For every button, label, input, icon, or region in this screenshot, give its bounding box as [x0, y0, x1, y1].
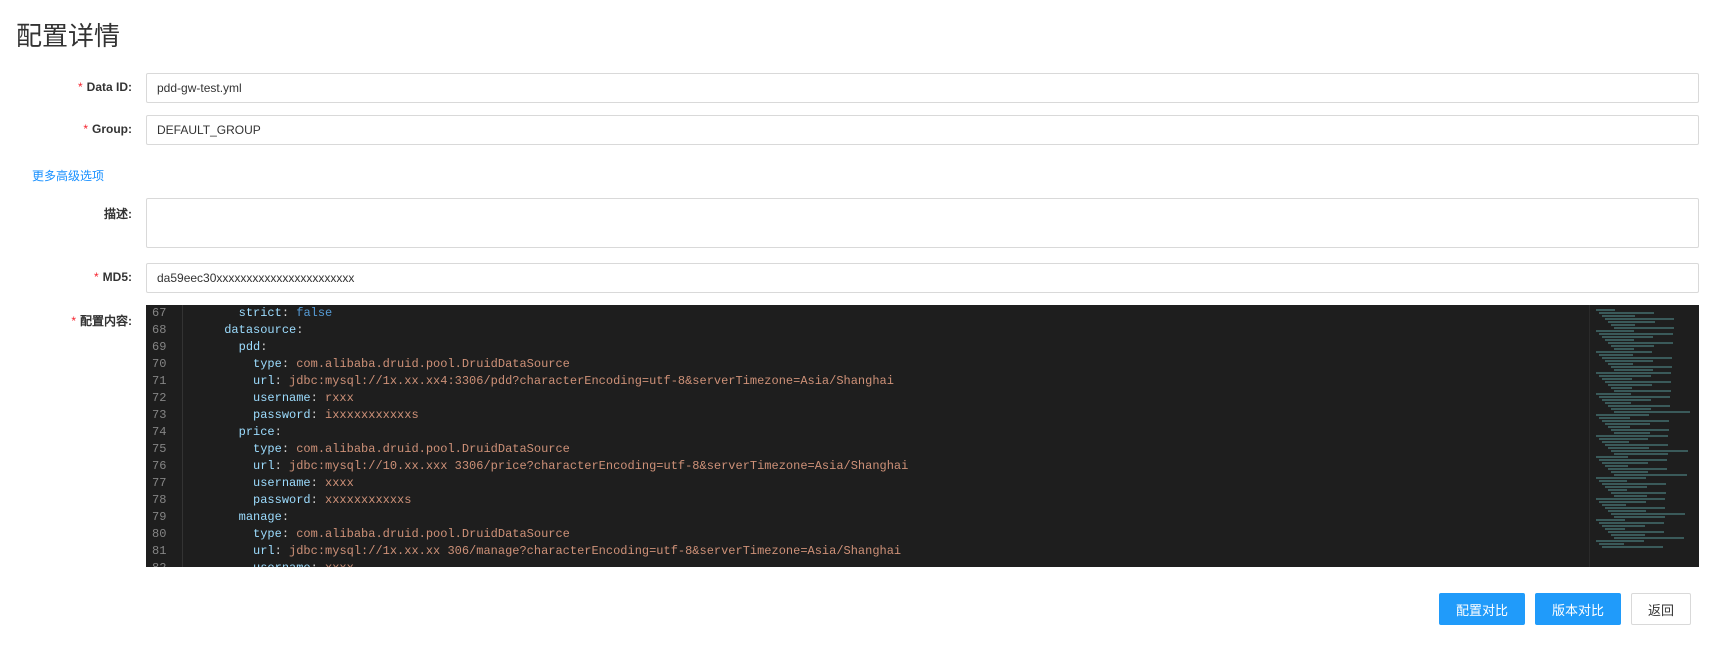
footer-buttons: 配置对比 版本对比 返回 [0, 579, 1715, 639]
row-content: *配置内容: 67 68 69 70 71 72 73 74 75 76 77 … [16, 305, 1699, 567]
code-editor[interactable]: 67 68 69 70 71 72 73 74 75 76 77 78 79 8… [146, 305, 1699, 567]
data-id-input[interactable] [146, 73, 1699, 103]
label-description: 描述: [16, 198, 146, 222]
code-gutter: 67 68 69 70 71 72 73 74 75 76 77 78 79 8… [146, 305, 183, 567]
row-data-id: *Data ID: [16, 73, 1699, 103]
code-content[interactable]: strict: false datasource: pdd: type: com… [183, 305, 1589, 567]
label-group: *Group: [16, 115, 146, 136]
code-minimap[interactable] [1589, 305, 1699, 567]
compare-config-button[interactable]: 配置对比 [1439, 593, 1525, 625]
group-input[interactable] [146, 115, 1699, 145]
row-md5: *MD5: [16, 263, 1699, 293]
advanced-options-link[interactable]: 更多高级选项 [32, 167, 104, 184]
row-group: *Group: [16, 115, 1699, 145]
page-title: 配置详情 [16, 16, 1699, 53]
md5-input[interactable] [146, 263, 1699, 293]
label-content: *配置内容: [16, 305, 146, 329]
row-description: 描述: [16, 198, 1699, 251]
label-data-id: *Data ID: [16, 73, 146, 94]
back-button[interactable]: 返回 [1631, 593, 1691, 625]
description-input[interactable] [146, 198, 1699, 248]
compare-version-button[interactable]: 版本对比 [1535, 593, 1621, 625]
label-md5: *MD5: [16, 263, 146, 284]
